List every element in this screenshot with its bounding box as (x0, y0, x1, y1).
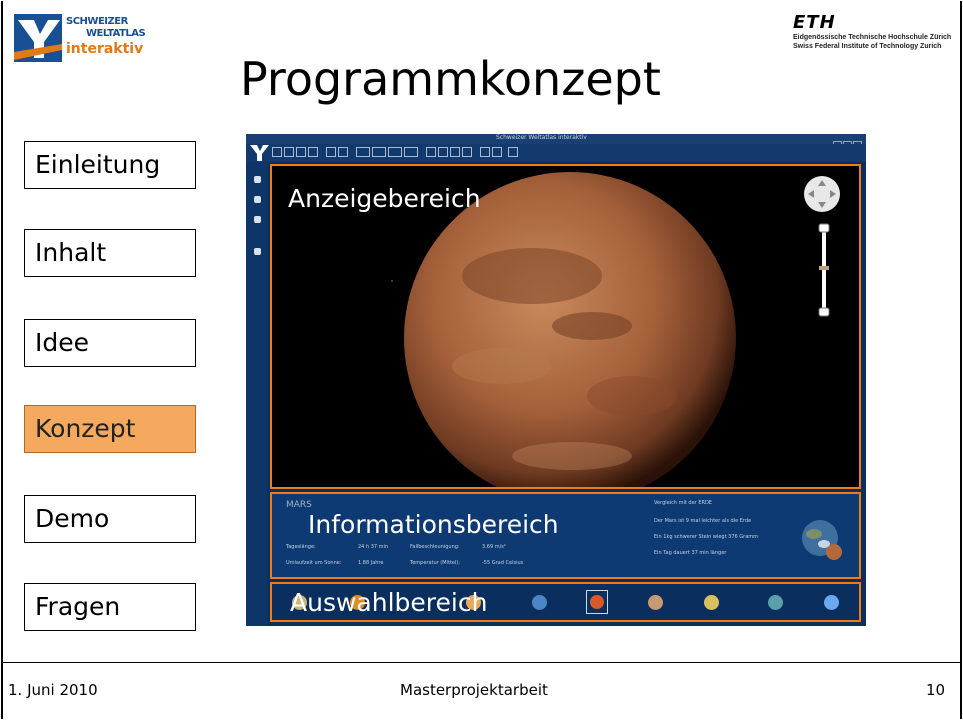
footer-title: Masterprojektarbeit (400, 681, 548, 699)
nav-item-einleitung[interactable]: Einleitung (24, 141, 196, 189)
tool-view3-icon (388, 147, 402, 157)
nav-item-idee[interactable]: Idee (24, 319, 196, 367)
logo-text-schweizer: SCHWEIZER (66, 16, 128, 27)
app-side-toolbar (246, 162, 268, 626)
info-key: Tageslänge: (286, 544, 316, 550)
tool-print-icon (308, 147, 318, 157)
nav-item-inhalt[interactable]: Inhalt (24, 229, 196, 277)
information-area-label: Informationsbereich (308, 510, 559, 539)
tool-redo-icon (338, 147, 348, 157)
eth-name-en: Swiss Federal Institute of Technology Zu… (793, 43, 942, 50)
info-value: 1.88 Jahre (358, 560, 384, 566)
tool-view2-icon (372, 147, 386, 157)
eth-name-de: Eidgenössische Technische Hochschule Zür… (793, 34, 952, 41)
eth-logo: ETH Eidgenössische Technische Hochschule… (793, 12, 958, 51)
tool-new-icon (272, 147, 282, 157)
info-value: 24 h 37 min (358, 544, 389, 550)
display-area-label: Anzeigebereich (288, 184, 481, 213)
zoom-slider[interactable] (816, 222, 832, 318)
app-window-title: Schweizer Weltatlas interaktiv (496, 134, 587, 141)
selection-area: Auswahlbereich (270, 582, 861, 622)
tool-undo-icon (326, 147, 336, 157)
logo-text-interaktiv: interaktiv (66, 41, 144, 57)
tool-globe-icon (438, 147, 448, 157)
page-title: Programmkonzept (240, 52, 661, 106)
compare-line: Ein 1kg schwerer Stein wiegt 376 Gramm (654, 534, 759, 540)
side-tool-search-icon (254, 216, 261, 223)
tool-open-icon (284, 147, 294, 157)
side-tool-layers-icon (254, 176, 261, 183)
planet-earth-icon[interactable] (532, 595, 547, 610)
tool-save-icon (296, 147, 306, 157)
page-number: 10 (926, 681, 946, 699)
tool-view4-icon (404, 147, 418, 157)
planet-saturn-icon[interactable] (704, 595, 719, 610)
app-window-titlebar: Schweizer Weltatlas interaktiv (246, 134, 866, 150)
side-tool-map-icon (254, 196, 261, 203)
nav-item-demo[interactable]: Demo (24, 495, 196, 543)
info-key: Umlaufzeit um Sonne: (286, 560, 342, 566)
nav-item-fragen[interactable]: Fragen (24, 583, 196, 631)
planet-uranus-icon[interactable] (768, 595, 783, 610)
info-key: Fallbeschleunigung: (410, 544, 460, 550)
selection-area-label: Auswahlbereich (290, 588, 488, 617)
app-logo-icon (250, 145, 269, 161)
compare-line: Ein Tag dauert 37 min länger (654, 550, 727, 556)
app-toolbar (246, 144, 866, 162)
planet-neptune-icon[interactable] (824, 595, 839, 610)
slide: SCHWEIZER WELTATLAS interaktiv ETH Eidge… (0, 0, 963, 720)
tool-home-icon (426, 147, 436, 157)
footer-date: 1. Juni 2010 (8, 681, 98, 699)
tool-info-icon (508, 147, 518, 157)
information-area: MARS Tageslänge: 24 h 37 min Fallbeschle… (270, 492, 861, 579)
tool-draw-icon (480, 147, 490, 157)
tool-back-icon (450, 147, 460, 157)
compare-title: Vergleich mit der ERDE (654, 500, 712, 506)
info-value: 3.69 m/s² (482, 544, 506, 550)
logo-text-weltatlas: WELTATLAS (86, 28, 146, 39)
pan-control-icon[interactable] (802, 174, 842, 214)
planet-mars-icon[interactable] (590, 595, 604, 609)
nav-item-konzept[interactable]: Konzept (24, 405, 196, 453)
planet-jupiter-icon[interactable] (648, 595, 663, 610)
info-value: -55 Grad Celsius (482, 560, 524, 566)
compare-line: Der Mars ist 9 mal leichter als die Erde (654, 518, 752, 524)
info-key: Temperatur (Mittel): (410, 560, 460, 566)
display-area: Anzeigebereich (270, 164, 861, 489)
tool-view1-icon (356, 147, 370, 157)
info-planet-name: MARS (286, 500, 312, 510)
weltatlas-logo-mark (14, 14, 62, 62)
mars-image (391, 172, 736, 487)
weltatlas-logo: SCHWEIZER WELTATLAS interaktiv (14, 14, 160, 66)
side-tool-settings-icon (254, 248, 261, 255)
app-screenshot: Schweizer Weltatlas interaktiv Anzeigebe… (246, 134, 866, 626)
earth-mars-compare-image (802, 520, 842, 560)
eth-brand: ETH (793, 12, 836, 33)
tool-help-icon (492, 147, 502, 157)
tool-forward-icon (462, 147, 472, 157)
footer-divider (3, 662, 960, 663)
